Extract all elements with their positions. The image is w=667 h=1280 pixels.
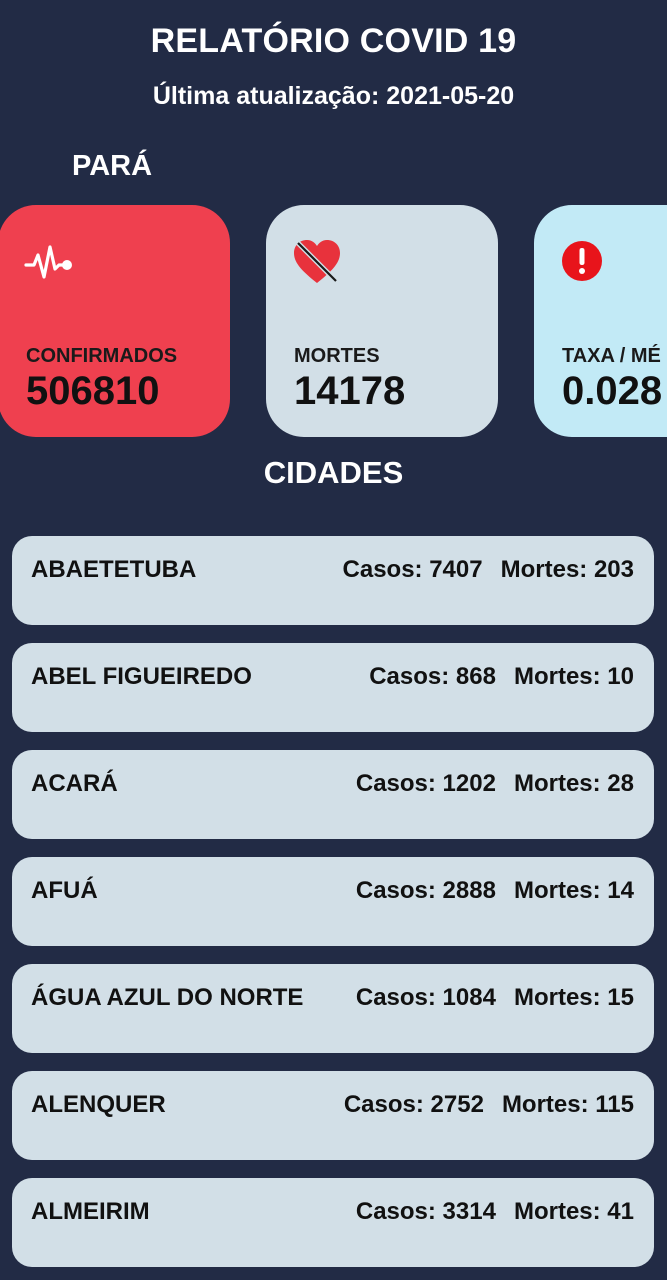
city-name: ABEL FIGUEIREDO [31,663,252,690]
city-name: ABAETETUBA [31,556,197,583]
city-stats: Casos: 2752 Mortes: 115 [344,1091,634,1119]
city-row-abel-figueiredo[interactable]: ABEL FIGUEIREDO Casos: 868 Mortes: 10 [12,643,654,732]
city-cases: Casos: 1084 [355,984,496,1011]
rate-label: TAXA / MÉ [562,345,661,367]
covid-report-screen: RELATÓRIO COVID 19 Última atualização: 2… [0,0,667,1280]
city-deaths: Mortes: 15 [513,984,634,1011]
city-deaths: Mortes: 41 [513,1198,634,1225]
broken-heart-icon [294,240,340,283]
rate-value: 0.028 [562,369,663,413]
city-stats: Casos: 7407 Mortes: 203 [343,556,634,584]
city-name: ALENQUER [31,1091,166,1118]
deaths-value: 14178 [294,369,406,413]
city-deaths: Mortes: 10 [513,663,634,690]
city-name: AFUÁ [31,877,98,904]
city-cases: Casos: 2888 [355,877,496,904]
city-list[interactable]: ABAETETUBA Casos: 7407 Mortes: 203 ABEL F… [12,536,654,1280]
confirmed-value: 506810 [26,369,160,413]
city-stats: Casos: 868 Mortes: 10 [369,663,634,691]
cities-section-title: CIDADES [263,455,404,490]
city-cases: Casos: 3314 [355,1198,496,1225]
city-stats: Casos: 1084 Mortes: 15 [356,984,634,1012]
city-cases: Casos: 1202 [355,770,496,797]
city-name: ACARÁ [31,770,118,797]
city-stats: Casos: 3314 Mortes: 41 [356,1198,634,1226]
city-name: ÁGUA AZUL DO NORTE [31,984,304,1011]
deaths-label: MORTES [294,345,380,367]
city-stats: Casos: 2888 Mortes: 14 [356,877,634,905]
confirmed-card[interactable]: CONFIRMADOS 506810 [0,205,230,437]
alert-circle-icon [562,241,602,281]
city-cases: Casos: 2752 [343,1091,484,1118]
city-deaths: Mortes: 14 [513,877,634,904]
city-stats: Casos: 1202 Mortes: 28 [356,770,634,798]
last-update-text: Última atualização: 2021-05-20 [152,82,515,110]
deaths-card[interactable]: MORTES 14178 [266,205,498,437]
heartbeat-pulse-icon [24,245,72,279]
city-name: ALMEIRIM [31,1198,150,1225]
rate-card[interactable]: TAXA / MÉ 0.028 [534,205,667,437]
confirmed-label: CONFIRMADOS [26,345,178,367]
city-row-afua[interactable]: AFUÁ Casos: 2888 Mortes: 14 [12,857,654,946]
state-name: PARÁ [72,150,153,182]
city-cases: Casos: 7407 [342,556,483,583]
city-row-almeirim[interactable]: ALMEIRIM Casos: 3314 Mortes: 41 [12,1178,654,1267]
city-deaths: Mortes: 203 [500,556,634,583]
page-title: RELATÓRIO COVID 19 [150,22,517,60]
city-row-abaetetuba[interactable]: ABAETETUBA Casos: 7407 Mortes: 203 [12,536,654,625]
city-cases: Casos: 868 [369,663,496,690]
city-row-agua-azul-do-norte[interactable]: ÁGUA AZUL DO NORTE Casos: 1084 Mortes: 15 [12,964,654,1053]
city-deaths: Mortes: 115 [501,1091,634,1118]
city-row-acara[interactable]: ACARÁ Casos: 1202 Mortes: 28 [12,750,654,839]
city-row-alenquer[interactable]: ALENQUER Casos: 2752 Mortes: 115 [12,1071,654,1160]
summary-cards-carousel[interactable]: CONFIRMADOS 506810 MORTES 14178 TAXA / M… [0,205,667,437]
city-deaths: Mortes: 28 [513,770,634,797]
